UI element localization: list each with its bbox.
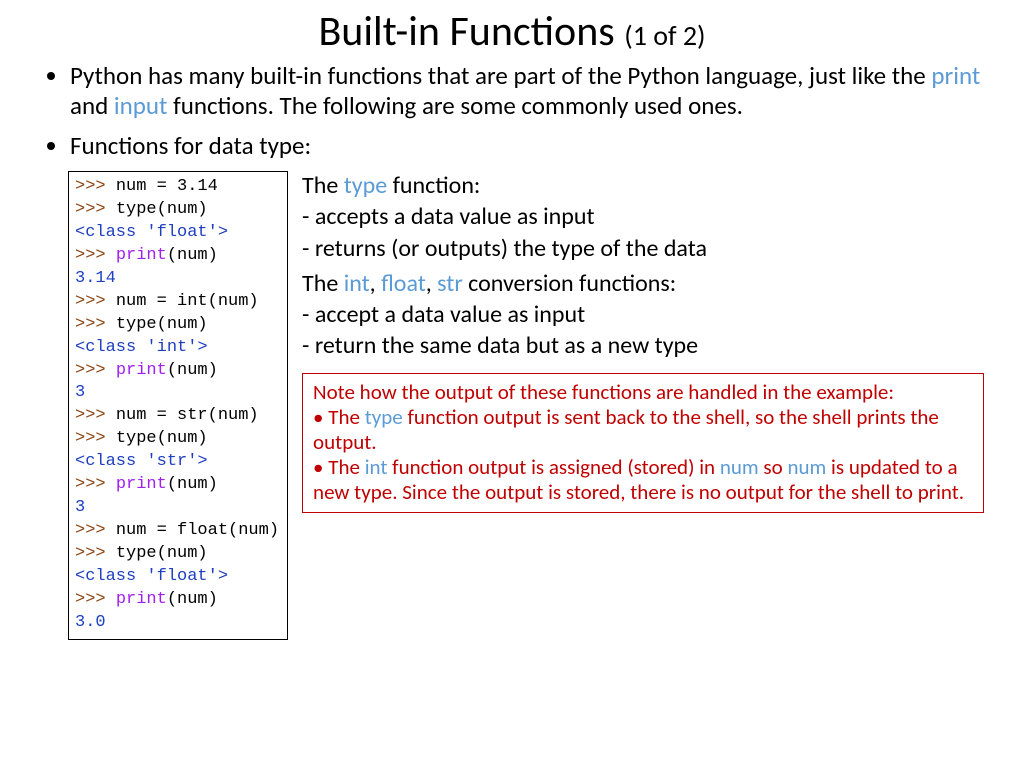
code-output: <class 'float'> [75, 223, 228, 242]
code-output: 3 [75, 383, 85, 402]
text: function: [387, 171, 480, 200]
text: function output is sent back to the shel… [313, 404, 939, 455]
code-line: num = float(num) [116, 521, 279, 540]
conv-fn-heading: The int, float, str conversion functions… [302, 269, 984, 298]
float-keyword: float [381, 269, 426, 298]
code-prompt: >>> [75, 200, 116, 219]
slide-container: Built-in Functions (1 of 2) Python has m… [0, 0, 1024, 660]
code-prompt: >>> [75, 429, 116, 448]
code-keyword: print [116, 475, 167, 494]
bullet-1: Python has many built-in functions that … [70, 61, 984, 121]
code-line: type(num) [116, 200, 208, 219]
int-keyword: int [344, 269, 370, 298]
code-line: type(num) [116, 315, 208, 334]
type-keyword: type [344, 171, 387, 200]
main-bullet-list: Python has many built-in functions that … [40, 61, 984, 161]
type-fn-heading: The type function: [302, 171, 984, 200]
bullet-1-text-a: Python has many built-in functions that … [70, 60, 931, 91]
code-output: <class 'str'> [75, 452, 208, 471]
text: so [759, 454, 788, 480]
code-output: 3 [75, 498, 85, 517]
code-line: (num) [167, 246, 218, 265]
title-main: Built-in Functions [318, 6, 614, 57]
code-line: (num) [167, 475, 218, 494]
slide-title: Built-in Functions (1 of 2) [40, 6, 984, 57]
code-keyword: print [116, 361, 167, 380]
note-bullet-2: • The int function output is assigned (s… [313, 455, 973, 505]
type-fn-line-2: - returns (or outputs) the type of the d… [302, 234, 984, 263]
code-line: num = 3.14 [116, 177, 218, 196]
code-prompt: >>> [75, 590, 116, 609]
type-fn-line-1: - accepts a data value as input [302, 202, 984, 231]
text: function output is assigned (stored) in [387, 454, 719, 480]
note-bullet-1: • The type function output is sent back … [313, 405, 973, 455]
text: , [370, 269, 381, 298]
code-line: num = str(num) [116, 406, 259, 425]
conv-fn-line-1: - accept a data value as input [302, 300, 984, 329]
input-keyword: input [114, 90, 168, 121]
text: The [328, 454, 364, 480]
code-line: type(num) [116, 429, 208, 448]
code-line: num = int(num) [116, 292, 259, 311]
code-prompt: >>> [75, 246, 116, 265]
code-output: 3.0 [75, 613, 106, 632]
num-keyword: num [720, 454, 759, 480]
note-box: Note how the output of these functions a… [302, 373, 984, 513]
type-keyword: type [365, 404, 403, 430]
code-prompt: >>> [75, 544, 116, 563]
num-keyword: num [787, 454, 826, 480]
text: The [302, 171, 344, 200]
code-keyword: print [116, 246, 167, 265]
code-prompt: >>> [75, 292, 116, 311]
code-output: 3.14 [75, 269, 116, 288]
text: The [328, 404, 364, 430]
code-prompt: >>> [75, 177, 116, 196]
code-example-box: >>> num = 3.14 >>> type(num) <class 'flo… [68, 171, 288, 640]
code-line: type(num) [116, 544, 208, 563]
code-keyword: print [116, 590, 167, 609]
str-keyword: str [437, 269, 463, 298]
text: conversion functions: [463, 269, 676, 298]
code-prompt: >>> [75, 406, 116, 425]
conv-fn-line-2: - return the same data but as a new type [302, 331, 984, 360]
code-prompt: >>> [75, 315, 116, 334]
code-line: (num) [167, 361, 218, 380]
code-line: (num) [167, 590, 218, 609]
code-output: <class 'int'> [75, 338, 208, 357]
int-keyword: int [365, 454, 388, 480]
note-intro: Note how the output of these functions a… [313, 380, 973, 405]
code-output: <class 'float'> [75, 567, 228, 586]
code-prompt: >>> [75, 521, 116, 540]
bullet-1-text-b: functions. The following are some common… [167, 90, 743, 121]
print-keyword: print [931, 60, 980, 91]
code-prompt: >>> [75, 475, 116, 494]
bullet-2: Functions for data type: [70, 131, 984, 161]
code-prompt: >>> [75, 361, 116, 380]
text: The [302, 269, 344, 298]
explanation-column: The type function: - accepts a data valu… [302, 171, 984, 513]
text: , [426, 269, 437, 298]
title-sub: (1 of 2) [624, 18, 705, 53]
content-row: >>> num = 3.14 >>> type(num) <class 'flo… [40, 171, 984, 640]
bullet-1-and: and [70, 90, 114, 121]
